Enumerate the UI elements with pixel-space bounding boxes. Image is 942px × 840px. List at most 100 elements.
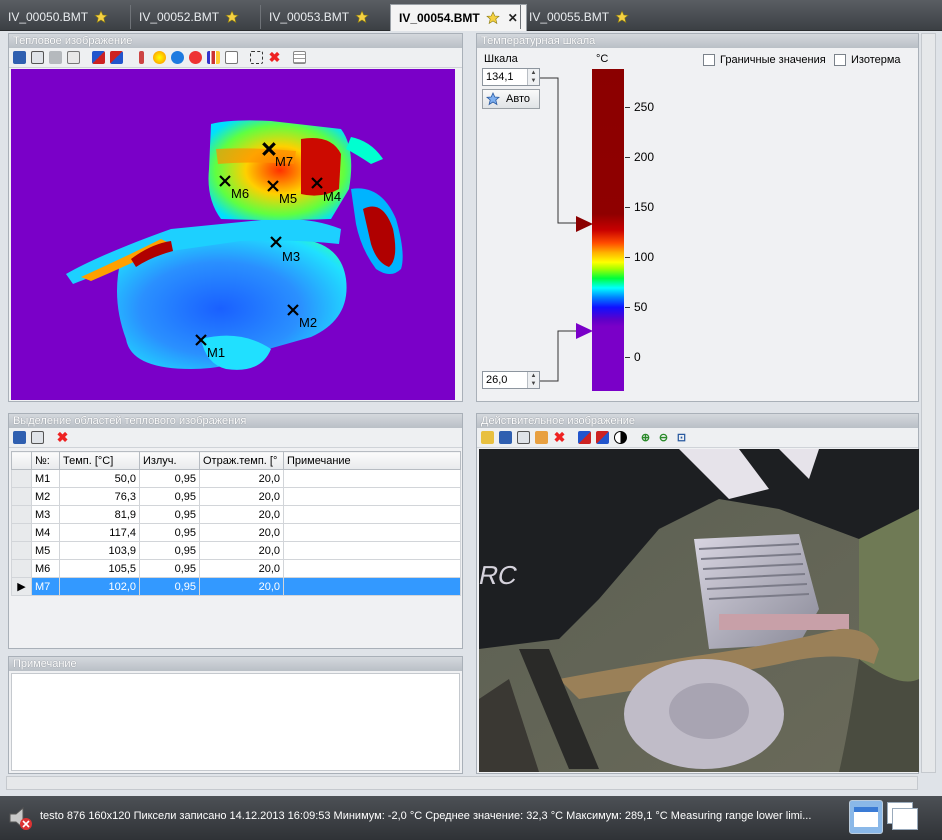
- row-header[interactable]: [11, 541, 32, 560]
- note-textarea[interactable]: [11, 673, 460, 771]
- cell-note[interactable]: [283, 577, 461, 596]
- marker-cross-icon[interactable]: [269, 235, 283, 249]
- scale-tick-label: 150: [634, 200, 655, 214]
- swap-icon[interactable]: [90, 49, 107, 66]
- cell-temp: 81,9: [59, 505, 140, 524]
- favorite-star-icon[interactable]: [615, 10, 629, 24]
- paste-icon[interactable]: [47, 49, 64, 66]
- spin-buttons[interactable]: ▲ ▼: [527, 372, 539, 388]
- table-row-selected[interactable]: ▶ M7 102,0 0,95 20,0: [11, 577, 461, 596]
- marker-cross-icon[interactable]: [266, 179, 280, 193]
- column-header[interactable]: Темп. [°C]: [59, 451, 140, 470]
- lower-limit-arrow-icon[interactable]: [576, 322, 594, 340]
- regions-panel: Выделение областей теплового изображения…: [8, 413, 463, 649]
- cell-note[interactable]: [283, 505, 461, 524]
- tab-iv-00052[interactable]: IV_00052.BMT: [130, 5, 245, 29]
- cell-id: M6: [31, 559, 60, 578]
- profile-icon[interactable]: [223, 49, 240, 66]
- row-header[interactable]: [11, 559, 32, 578]
- marker-cross-icon[interactable]: [194, 333, 208, 347]
- zoom-in-icon[interactable]: ⊕: [637, 429, 654, 446]
- histogram-icon[interactable]: [205, 49, 222, 66]
- spin-buttons[interactable]: ▲ ▼: [527, 69, 539, 85]
- checkbox-box[interactable]: [703, 54, 715, 66]
- boundary-values-checkbox[interactable]: Граничные значения: [703, 54, 826, 66]
- table-row[interactable]: M4 117,4 0,95 20,0: [11, 523, 461, 542]
- swap-icon[interactable]: [576, 429, 593, 446]
- cell-note[interactable]: [283, 559, 461, 578]
- copy-icon[interactable]: [29, 49, 46, 66]
- cell-note[interactable]: [283, 487, 461, 506]
- select-area-icon[interactable]: [248, 49, 265, 66]
- column-header[interactable]: Отраж.темп. [°: [199, 451, 284, 470]
- row-header[interactable]: [11, 523, 32, 542]
- marker-label: M5: [279, 191, 298, 206]
- visual-photo[interactable]: ARC: [479, 449, 919, 772]
- delete-icon[interactable]: ✖: [54, 429, 71, 446]
- save-icon[interactable]: [11, 49, 28, 66]
- column-header[interactable]: №:: [31, 451, 60, 470]
- export-icon[interactable]: [65, 49, 82, 66]
- zoom-out-icon[interactable]: ⊖: [655, 429, 672, 446]
- favorite-star-icon[interactable]: [355, 10, 369, 24]
- swap-reverse-icon[interactable]: [594, 429, 611, 446]
- copy-icon[interactable]: [29, 429, 46, 446]
- close-tab-icon[interactable]: ✕: [506, 11, 520, 25]
- grid-icon[interactable]: [291, 49, 308, 66]
- checkbox-label: Изотерма: [851, 54, 901, 66]
- delete-icon[interactable]: ✖: [266, 49, 283, 66]
- checkbox-box[interactable]: [834, 54, 846, 66]
- marker-cross-icon[interactable]: [218, 174, 232, 188]
- cell-temp: 76,3: [59, 487, 140, 506]
- open-icon[interactable]: [479, 429, 496, 446]
- table-row[interactable]: M3 81,9 0,95 20,0: [11, 505, 461, 524]
- row-pointer-icon[interactable]: ▶: [11, 577, 32, 596]
- copy-icon[interactable]: [515, 429, 532, 446]
- thermometer-icon[interactable]: [133, 49, 150, 66]
- tab-iv-00053[interactable]: IV_00053.BMT: [260, 5, 375, 29]
- measure-point-icon[interactable]: [187, 49, 204, 66]
- horizontal-scrollbar[interactable]: [6, 776, 918, 790]
- column-header[interactable]: Примечание: [283, 451, 461, 470]
- scale-tick-label: 100: [634, 250, 655, 264]
- table-row[interactable]: M5 103,9 0,95 20,0: [11, 541, 461, 560]
- thermal-image[interactable]: M1 M2 M3 M4 M5 M6 M7: [11, 69, 455, 400]
- hot-spot-icon[interactable]: [151, 49, 168, 66]
- row-header[interactable]: [11, 505, 32, 524]
- isotherm-checkbox[interactable]: Изотерма: [834, 54, 901, 66]
- column-header[interactable]: Излуч.: [139, 451, 200, 470]
- marker-cross-icon[interactable]: [310, 176, 324, 190]
- cell-note[interactable]: [283, 523, 461, 542]
- cell-note[interactable]: [283, 541, 461, 560]
- row-header[interactable]: [11, 487, 32, 506]
- table-row[interactable]: M2 76,3 0,95 20,0: [11, 487, 461, 506]
- scale-min-input[interactable]: 26,0 ▲ ▼: [482, 371, 540, 389]
- marker-cross-icon[interactable]: [286, 303, 300, 317]
- cold-spot-icon[interactable]: [169, 49, 186, 66]
- save-icon[interactable]: [11, 429, 28, 446]
- row-header[interactable]: [11, 469, 32, 488]
- cell-temp: 105,5: [59, 559, 140, 578]
- scale-max-input[interactable]: 134,1 ▲ ▼: [482, 68, 540, 86]
- auto-scale-button[interactable]: Авто: [482, 89, 540, 109]
- contrast-icon[interactable]: [612, 429, 629, 446]
- delete-icon[interactable]: ✖: [551, 429, 568, 446]
- favorite-star-icon[interactable]: [485, 11, 500, 25]
- swap-reverse-icon[interactable]: [108, 49, 125, 66]
- window-layout-cascade-icon[interactable]: [887, 802, 919, 834]
- cell-note[interactable]: [283, 469, 461, 488]
- favorite-star-icon[interactable]: [225, 10, 239, 24]
- vertical-scrollbar[interactable]: [921, 33, 936, 773]
- save-icon[interactable]: [497, 429, 514, 446]
- table-row[interactable]: M1 50,0 0,95 20,0: [11, 469, 461, 488]
- table-row[interactable]: M6 105,5 0,95 20,0: [11, 559, 461, 578]
- favorite-star-icon[interactable]: [94, 10, 108, 24]
- upper-limit-arrow-icon[interactable]: [576, 215, 594, 233]
- window-layout-single-icon[interactable]: [849, 800, 883, 834]
- tab-iv-00050[interactable]: IV_00050.BMT: [0, 5, 114, 29]
- paste-icon[interactable]: [533, 429, 550, 446]
- tab-iv-00055[interactable]: IV_00055.BMT: [520, 5, 635, 29]
- speaker-muted-icon[interactable]: [6, 804, 34, 832]
- zoom-fit-icon[interactable]: ⊡: [673, 429, 690, 446]
- tab-iv-00054[interactable]: IV_00054.BMT ✕: [390, 4, 527, 31]
